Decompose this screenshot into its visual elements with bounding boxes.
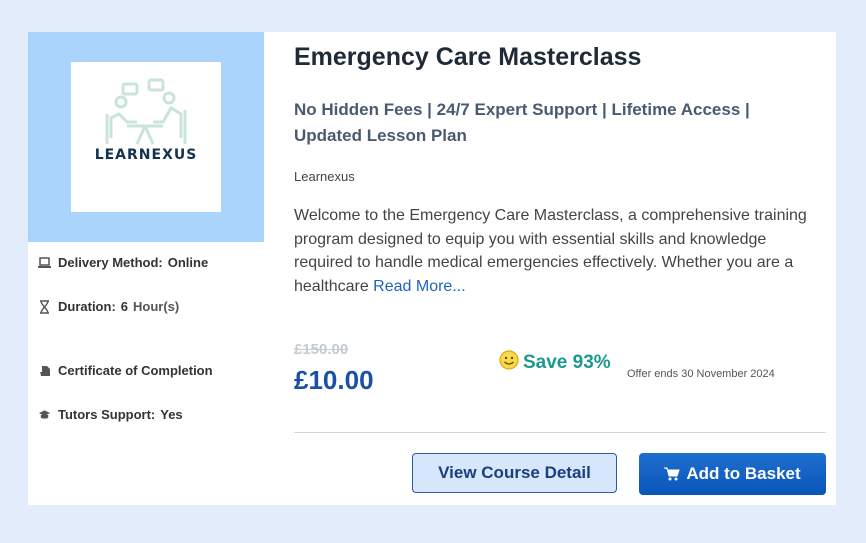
save-text: Save 93% [523,351,611,373]
old-price: £150.00 [294,341,349,358]
tutors-label: Tutors Support: [58,407,156,422]
divider [294,432,826,433]
meta-duration: Duration: 6 Hour(s) [38,299,179,314]
current-price: £10.00 [294,365,374,395]
laptop-icon [38,256,51,269]
view-course-detail-button[interactable]: View Course Detail [412,453,617,493]
view-course-detail-label: View Course Detail [438,463,591,482]
delivery-value: Online [167,255,209,270]
duration-unit: Hour(s) [133,299,180,314]
duration-value: 6 [120,299,129,314]
course-card: LEARNEXUS Delivery Method: Online Durati… [28,32,836,505]
add-to-basket-label: Add to Basket [686,464,801,483]
course-left-panel: LEARNEXUS Delivery Method: Online Durati… [28,32,264,505]
course-right-panel: Emergency Care Masterclass No Hidden Fee… [294,32,826,505]
meta-certificate: Certificate of Completion [38,363,213,378]
add-to-basket-button[interactable]: Add to Basket [639,453,826,495]
cart-icon [664,467,681,481]
course-tagline: No Hidden Fees | 24/7 Expert Support | L… [294,100,750,145]
delivery-label: Delivery Method: [58,255,163,270]
offer-ends: Offer ends 30 November 2024 [627,368,775,380]
course-title[interactable]: Emergency Care Masterclass [294,43,641,72]
course-description: Welcome to the Emergency Care Masterclas… [294,204,824,298]
meta-tutors: Tutors Support: Yes [38,407,183,422]
course-provider: Learnexus [294,169,355,184]
tutors-value: Yes [160,407,183,422]
logo-text: LEARNEXUS [94,147,198,163]
graduation-cap-icon [38,408,51,421]
meeting-illustration-icon [105,78,187,145]
hourglass-icon [38,299,51,314]
description-text: Welcome to the Emergency Care Masterclas… [294,207,807,295]
course-thumbnail[interactable]: LEARNEXUS [28,32,264,242]
provider-logo: LEARNEXUS [71,62,221,212]
read-more-link[interactable]: Read More... [373,278,465,295]
save-badge: Save 93% [499,350,611,375]
duration-label: Duration: [58,299,116,314]
smiley-icon [499,350,519,375]
certificate-label: Certificate of Completion [58,363,213,378]
meta-delivery: Delivery Method: Online [38,255,208,270]
certificate-icon [38,364,51,377]
